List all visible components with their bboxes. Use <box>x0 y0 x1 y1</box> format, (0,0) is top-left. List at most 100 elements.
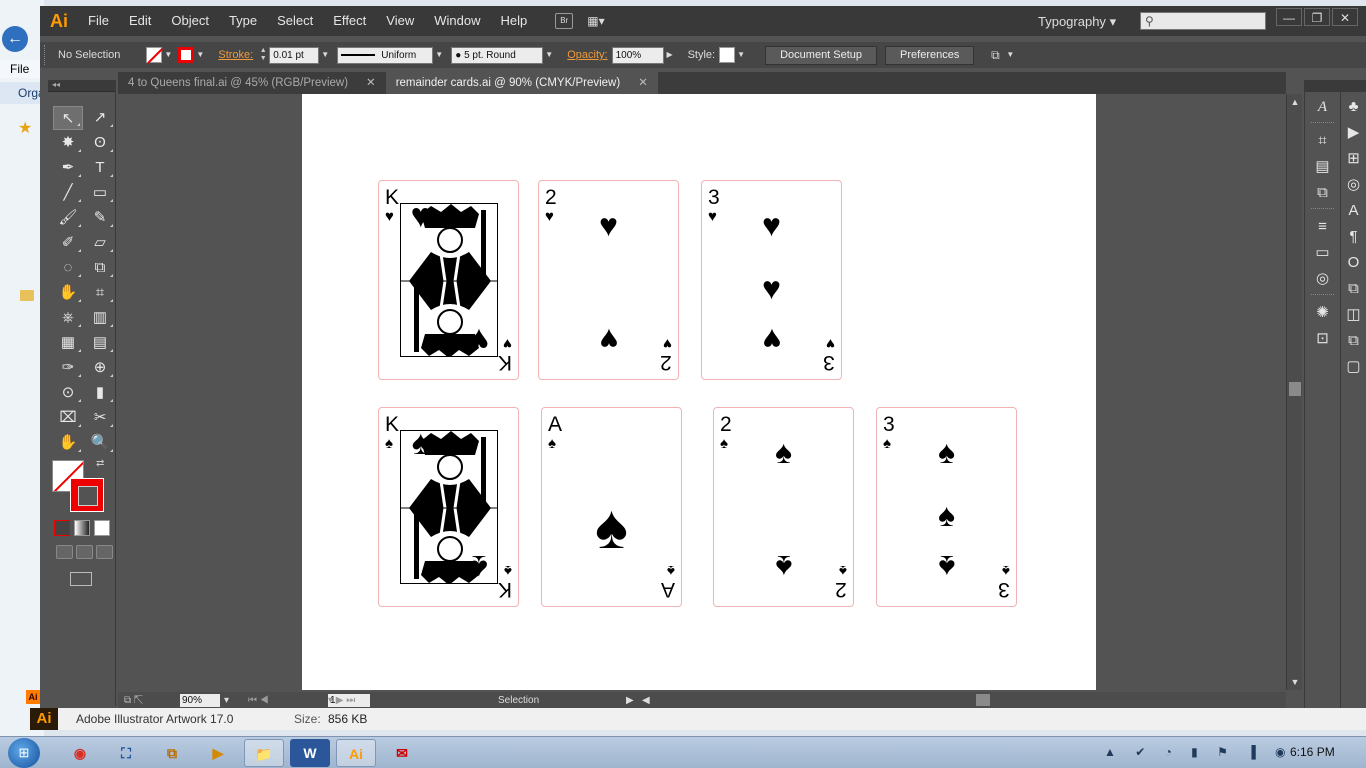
opacity-field[interactable]: 100% <box>611 46 664 64</box>
transparency-panel-icon[interactable]: ◎ <box>1311 268 1335 290</box>
acrobat-taskbar-icon[interactable]: ✉ <box>382 739 422 767</box>
illustrator-taskbar-icon[interactable]: Ai <box>336 739 376 767</box>
warp-tool-icon[interactable]: ✋ <box>53 281 83 305</box>
draw-behind-button[interactable] <box>76 545 93 559</box>
artboard-nav-last-icon[interactable]: ▾ ▶ ⏭ <box>328 695 355 706</box>
close-icon[interactable]: ✕ <box>366 72 376 94</box>
type-tool-icon[interactable]: T <box>85 156 115 180</box>
character-styles-icon[interactable]: A <box>1342 200 1366 222</box>
stroke-swatch[interactable] <box>70 478 104 512</box>
media-player-taskbar-icon[interactable]: ▶ <box>198 739 238 767</box>
menu-select[interactable]: Select <box>267 6 323 36</box>
network-taskbar-icon[interactable]: ⛶ <box>106 739 146 767</box>
swap-icon[interactable]: ⇄ <box>96 458 104 469</box>
mesh-tool-icon[interactable]: ▦ <box>53 331 83 355</box>
pathfinder-panel-icon[interactable]: ⧉ <box>1311 182 1335 204</box>
chevron-down-icon[interactable]: ▼ <box>543 47 555 63</box>
explorer-taskbar-icon[interactable]: 📁 <box>244 739 284 767</box>
stroke-panel-icon[interactable]: ≡ <box>1311 216 1335 238</box>
scroll-down-icon[interactable]: ▼ <box>1289 676 1301 688</box>
explorer-organize-button[interactable]: Orga <box>0 82 40 104</box>
paintbrush-tool-icon[interactable]: 🖌 <box>53 206 83 230</box>
direct-selection-tool-icon[interactable]: ↗ <box>85 106 115 130</box>
screen-mode-button[interactable] <box>70 572 92 586</box>
variable-width-profile[interactable]: Uniform <box>337 46 434 64</box>
paragraph-panel-icon[interactable]: ¶ <box>1342 226 1366 248</box>
color-guide-icon[interactable]: ◎ <box>1342 174 1366 196</box>
gradient-tool-icon[interactable]: ▤ <box>85 331 115 355</box>
panel-grip[interactable] <box>44 45 50 65</box>
chevron-down-icon[interactable]: ▼ <box>319 47 331 63</box>
fill-swatch[interactable] <box>146 47 163 63</box>
align-panel-icon[interactable]: ▤ <box>1311 156 1335 178</box>
graphic-style-swatch[interactable] <box>719 47 736 63</box>
blend-tool-icon[interactable]: ⊕ <box>85 356 115 380</box>
tab-4-to-queens[interactable]: 4 to Queens final.ai @ 45% (RGB/Preview)… <box>118 72 386 94</box>
chevron-right-icon[interactable]: ▶ <box>626 695 634 706</box>
playing-card[interactable]: A ♠ ♠ ♠ A <box>541 407 682 607</box>
scroll-left-icon[interactable]: ◀ <box>642 695 650 706</box>
transform-panel-icon[interactable]: ⊡ <box>1311 328 1335 350</box>
symbol-sprayer-tool-icon[interactable]: ⊙ <box>53 381 83 405</box>
magic-wand-tool-icon[interactable]: ✸ <box>53 131 83 155</box>
system-tray-icons[interactable]: ▲ ✔ ◔ ▮ ⚑ ▐ ◉ <box>1104 745 1294 759</box>
restore-button[interactable]: ❐ <box>1304 8 1330 26</box>
links-panel-icon[interactable]: ⧉ <box>1342 278 1366 300</box>
scale-tool-icon[interactable]: ⧉ <box>85 256 115 280</box>
windows-taskbar-icon[interactable]: ⧉ <box>152 739 192 767</box>
opentype-panel-icon[interactable]: O <box>1342 252 1366 274</box>
arrange-icon[interactable]: ⧉ <box>986 47 1004 63</box>
menu-window[interactable]: Window <box>424 6 490 36</box>
tab-remainder-cards[interactable]: remainder cards.ai @ 90% (CMYK/Preview) … <box>385 72 658 94</box>
help-search-input[interactable]: ⚲ <box>1140 12 1266 30</box>
eyedropper-tool-icon[interactable]: ✑ <box>53 356 83 380</box>
line-tool-icon[interactable]: ╱ <box>53 181 83 205</box>
menu-view[interactable]: View <box>376 6 424 36</box>
scroll-up-icon[interactable]: ▲ <box>1289 96 1301 108</box>
scroll-thumb[interactable] <box>1289 382 1301 396</box>
rectangle-tool-icon[interactable]: ▭ <box>85 181 115 205</box>
artboards-panel-icon[interactable]: ⌗ <box>1311 130 1335 152</box>
lasso-tool-icon[interactable]: ʘ <box>85 131 115 155</box>
menu-edit[interactable]: Edit <box>119 6 161 36</box>
status-icons[interactable]: ⧉ ⇱ <box>124 695 143 706</box>
chevron-down-icon[interactable]: ▾ <box>224 695 229 706</box>
workspace-switcher[interactable]: Typography ▾ <box>1038 14 1116 30</box>
pencil-tool-icon[interactable]: ✎ <box>85 206 115 230</box>
arrange-documents-icon[interactable]: ▦▾ <box>587 13 617 29</box>
chevron-down-icon[interactable]: ▼ <box>162 47 174 63</box>
eraser-tool-icon[interactable]: ▱ <box>85 231 115 255</box>
playing-card[interactable]: K ♠ ♠ ♠ ♠ K <box>378 407 519 607</box>
stroke-stepper-icon[interactable]: ▲ ▼ <box>257 47 269 64</box>
navigator-panel-icon[interactable]: ◫ <box>1342 304 1366 326</box>
character-panel-icon[interactable]: A <box>1311 96 1335 118</box>
vertical-scrollbar[interactable]: ▲ ▼ <box>1286 94 1302 690</box>
chevron-down-icon[interactable]: ▼ <box>433 47 445 63</box>
word-taskbar-icon[interactable]: W <box>290 739 330 767</box>
panel-dock-header[interactable] <box>1305 80 1340 92</box>
back-arrow-icon[interactable]: ← <box>2 26 28 52</box>
menu-file[interactable]: File <box>78 6 119 36</box>
brush-definition[interactable]: ● 5 pt. Round <box>451 46 544 64</box>
hand-tool-icon[interactable]: ✋ <box>53 431 83 455</box>
explorer-file-menu[interactable]: File <box>0 60 40 78</box>
close-button[interactable]: ✕ <box>1332 8 1358 26</box>
close-icon[interactable]: ✕ <box>638 72 648 94</box>
shape-builder-tool-icon[interactable]: ⎈ <box>53 306 83 330</box>
appearance-panel-icon[interactable]: ✺ <box>1311 302 1335 324</box>
none-mode-button[interactable] <box>94 520 110 536</box>
column-graph-tool-icon[interactable]: ▮ <box>85 381 115 405</box>
artboard[interactable]: K ♥ ♥ ♥ ♥ K 2 ♥ ♥ ♥ ♥ 2 3 ♥ ♥ ♥ ♥ ♥ 3 K ♠ ♠ ♠ ♠ K A ♠ ♠ ♠ A 2 ♠ ♠ ♠ ♠ 2 3 ♠ ♠ ♠… <box>302 94 1096 690</box>
asset-export-icon[interactable]: ▢ <box>1342 356 1366 378</box>
taskbar-clock[interactable]: 6:16 PM <box>1290 745 1335 759</box>
menu-type[interactable]: Type <box>219 6 267 36</box>
chevron-down-icon[interactable]: ▼ <box>735 47 747 63</box>
free-transform-tool-icon[interactable]: ⌗ <box>85 281 115 305</box>
brushes-panel-icon[interactable]: ▶ <box>1342 122 1366 144</box>
playing-card[interactable]: 2 ♥ ♥ ♥ ♥ 2 <box>538 180 679 380</box>
swatches-panel-icon[interactable]: ⊞ <box>1342 148 1366 170</box>
opacity-label[interactable]: Opacity: <box>567 49 607 61</box>
chevron-down-icon[interactable]: ▼ <box>194 47 206 63</box>
stroke-weight-field[interactable]: 0.01 pt <box>269 46 320 64</box>
rotate-tool-icon[interactable]: ◌ <box>53 256 83 280</box>
